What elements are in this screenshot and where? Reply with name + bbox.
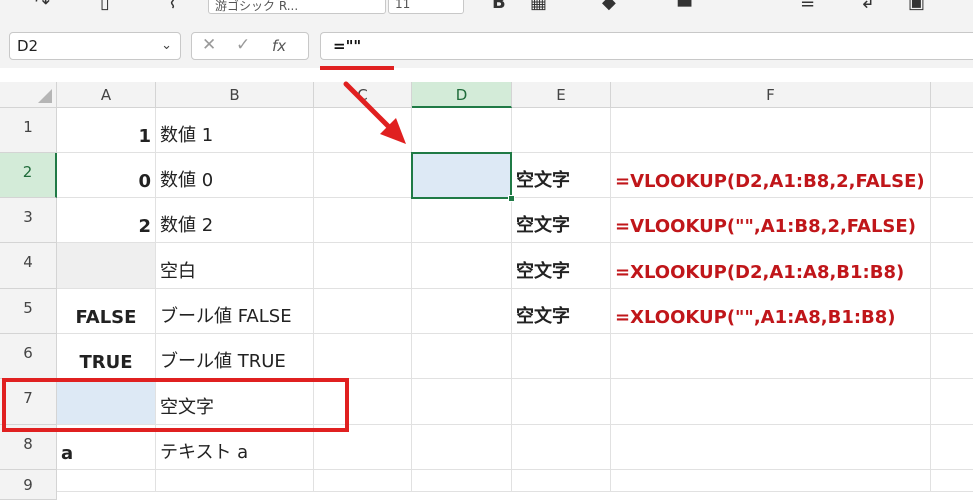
formula-input[interactable]: =""	[320, 32, 973, 60]
row7-highlight-annotation	[2, 378, 349, 432]
cell-f1[interactable]	[611, 108, 931, 153]
border-icon[interactable]: ▦	[530, 0, 547, 13]
cell-b2[interactable]: 数値 0	[156, 153, 314, 198]
cell-d1[interactable]	[412, 108, 512, 153]
cell-a3[interactable]: 2	[57, 198, 156, 243]
ribbon-toolbar: ↷ ▯ ⌇ 游ゴシック R... 11 B ▦ ◆ ▬ ≡ ↲ ▣	[0, 0, 973, 23]
select-all-button[interactable]	[0, 82, 57, 108]
cell-c4[interactable]	[314, 243, 412, 289]
cell-f6[interactable]	[611, 334, 931, 379]
cell-a4[interactable]	[57, 243, 156, 289]
cell-g8[interactable]	[931, 425, 973, 470]
cell-c3[interactable]	[314, 198, 412, 243]
cell-g7[interactable]	[931, 379, 973, 425]
cell-b6[interactable]: ブール値 TRUE	[156, 334, 314, 379]
cell-a6[interactable]: TRUE	[57, 334, 156, 379]
arrow-annotation-icon	[343, 81, 406, 144]
cell-c5[interactable]	[314, 289, 412, 334]
cell-d7[interactable]	[412, 379, 512, 425]
cell-b3[interactable]: 数値 2	[156, 198, 314, 243]
align-icon[interactable]: ≡	[800, 0, 815, 13]
font-color-icon[interactable]: ▬	[676, 0, 693, 13]
cell-e1[interactable]	[512, 108, 611, 153]
cell-b4[interactable]: 空白	[156, 243, 314, 289]
formula-underline-annotation	[320, 66, 394, 70]
cell-b9[interactable]	[156, 470, 314, 492]
cell-a2[interactable]: 0	[57, 153, 156, 198]
cell-d4[interactable]	[412, 243, 512, 289]
cell-d6[interactable]	[412, 334, 512, 379]
cell-e2[interactable]: 空文字	[512, 153, 611, 198]
cell-a9[interactable]	[57, 470, 156, 492]
column-header-b[interactable]: B	[156, 82, 314, 108]
cell-e5[interactable]: 空文字	[512, 289, 611, 334]
active-cell-border	[411, 152, 512, 199]
cell-c9[interactable]	[314, 470, 412, 492]
cell-e4[interactable]: 空文字	[512, 243, 611, 289]
fill-color-icon[interactable]: ◆	[602, 0, 616, 13]
formula-actions: ✕ ✓ fx	[191, 32, 309, 60]
cell-f4[interactable]: =XLOOKUP(D2,A1:A8,B1:B8)	[611, 243, 931, 289]
cell-d5[interactable]	[412, 289, 512, 334]
font-size-select[interactable]: 11	[388, 0, 464, 14]
cell-g2[interactable]	[931, 153, 973, 198]
cell-e7[interactable]	[512, 379, 611, 425]
redo-icon[interactable]: ↷	[35, 0, 50, 13]
cell-a1[interactable]: 1	[57, 108, 156, 153]
row-header-4[interactable]: 4	[0, 243, 57, 289]
cell-f8[interactable]	[611, 425, 931, 470]
cell-c6[interactable]	[314, 334, 412, 379]
column-header-a[interactable]: A	[57, 82, 156, 108]
cell-e9[interactable]	[512, 470, 611, 492]
cell-f3[interactable]: =VLOOKUP("",A1:B8,2,FALSE)	[611, 198, 931, 243]
row-header-6[interactable]: 6	[0, 334, 57, 379]
column-header-f[interactable]: F	[611, 82, 931, 108]
cell-d9[interactable]	[412, 470, 512, 492]
formula-bar: D2 ⌄ ✕ ✓ fx =""	[0, 22, 973, 68]
row-header-1[interactable]: 1	[0, 108, 57, 153]
cell-c2[interactable]	[314, 153, 412, 198]
row-header-3[interactable]: 3	[0, 198, 57, 243]
name-box[interactable]: D2 ⌄	[9, 32, 181, 60]
font-name-select[interactable]: 游ゴシック R...	[208, 0, 386, 14]
wrap-text-icon[interactable]: ↲	[860, 0, 875, 13]
cell-a5[interactable]: FALSE	[57, 289, 156, 334]
chevron-down-icon[interactable]: ⌄	[161, 33, 172, 59]
cancel-icon[interactable]: ✕	[202, 35, 216, 55]
cell-g9[interactable]	[931, 470, 973, 492]
row-header-2[interactable]: 2	[0, 153, 57, 198]
clipboard-icon[interactable]: ▯	[100, 0, 110, 13]
format-painter-icon[interactable]: ⌇	[168, 0, 177, 13]
cell-d3[interactable]	[412, 198, 512, 243]
column-header-d[interactable]: D	[412, 82, 512, 108]
bold-icon[interactable]: B	[492, 0, 506, 13]
fill-handle[interactable]	[508, 195, 515, 202]
cell-f5[interactable]: =XLOOKUP("",A1:A8,B1:B8)	[611, 289, 931, 334]
column-header-e[interactable]: E	[512, 82, 611, 108]
row-header-9[interactable]: 9	[0, 470, 57, 500]
cell-g5[interactable]	[931, 289, 973, 334]
cell-b5[interactable]: ブール値 FALSE	[156, 289, 314, 334]
cell-b1[interactable]: 数値 1	[156, 108, 314, 153]
row-header-5[interactable]: 5	[0, 289, 57, 334]
insert-function-icon[interactable]: fx	[272, 37, 286, 55]
cell-d8[interactable]	[412, 425, 512, 470]
column-header-g[interactable]	[931, 82, 973, 108]
cell-e8[interactable]	[512, 425, 611, 470]
cell-g6[interactable]	[931, 334, 973, 379]
merge-icon[interactable]: ▣	[908, 0, 925, 13]
confirm-icon[interactable]: ✓	[236, 35, 250, 55]
cell-f2[interactable]: =VLOOKUP(D2,A1:B8,2,FALSE)	[611, 153, 931, 198]
cell-f7[interactable]	[611, 379, 931, 425]
name-box-value: D2	[17, 37, 39, 55]
cell-g3[interactable]	[931, 198, 973, 243]
cell-g1[interactable]	[931, 108, 973, 153]
cell-g4[interactable]	[931, 243, 973, 289]
cell-e3[interactable]: 空文字	[512, 198, 611, 243]
cell-e6[interactable]	[512, 334, 611, 379]
cell-f9[interactable]	[611, 470, 931, 492]
